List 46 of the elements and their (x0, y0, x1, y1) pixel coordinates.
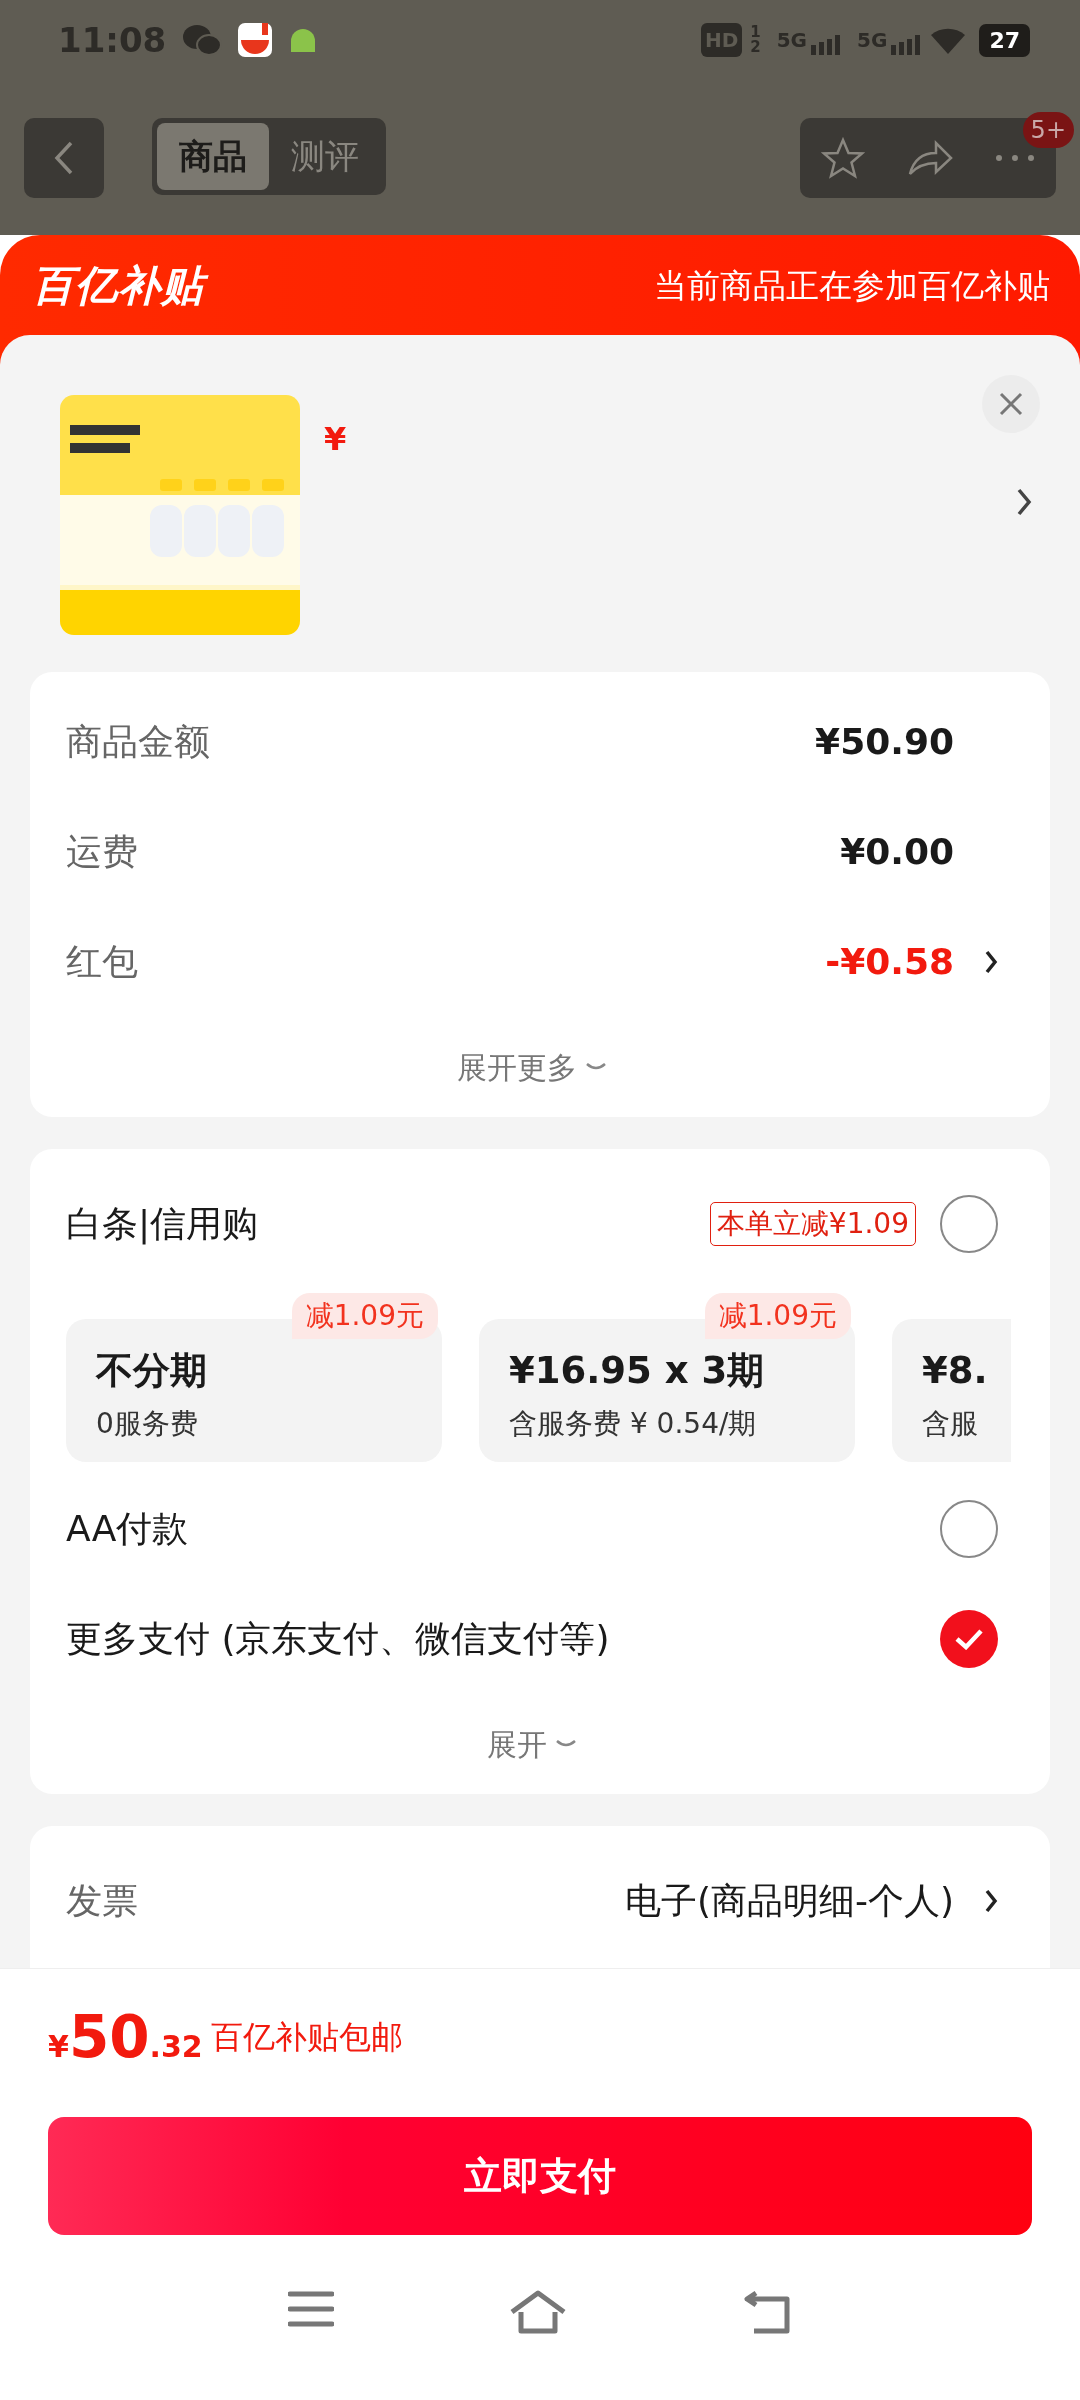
home-icon[interactable] (509, 2290, 567, 2334)
shipping-note: 百亿补贴包邮 (210, 2017, 403, 2058)
app-icon (238, 23, 273, 57)
invoice-type[interactable]: 电子(商品明细-个人) (624, 1874, 954, 1928)
payment-method[interactable]: 白条|信用购 (66, 1197, 259, 1251)
star-icon (820, 137, 865, 179)
tab[interactable]: 商品 (157, 123, 269, 190)
chevron-right-icon[interactable] (984, 1888, 998, 1914)
chat-bubbles-icon (182, 23, 223, 57)
payment-method[interactable]: AA付款 (66, 1502, 189, 1556)
menu-icon[interactable] (287, 2290, 334, 2328)
chevron-right-icon[interactable] (1016, 487, 1032, 517)
signal-icon (891, 33, 922, 55)
radio-button[interactable] (940, 1500, 998, 1558)
signal-icon (811, 33, 842, 55)
fee-label: 运费 (66, 830, 138, 874)
subsidy-logo: 百亿补贴 (30, 257, 216, 318)
total-price: ¥50.32 (48, 2001, 203, 2073)
invoice-label: 发票 (66, 1879, 138, 1923)
payment-method[interactable]: 更多支付 (京东支付、微信支付等) (66, 1612, 610, 1666)
expand-button[interactable]: 展开 (66, 1694, 998, 1794)
expand-button[interactable]: 展开更多 (66, 1017, 998, 1117)
fee-amount: ¥0.00 (840, 830, 954, 874)
back-icon[interactable] (742, 2290, 793, 2334)
installment-option[interactable]: ¥8. 含服 (892, 1319, 1011, 1462)
notification-badge: 5+ (1022, 112, 1074, 148)
battery-level: 27 (979, 23, 1030, 57)
close-icon (999, 392, 1023, 416)
radio-button[interactable] (940, 1610, 998, 1668)
discount-tag: 减1.09元 (291, 1293, 438, 1339)
fee-label: 红包 (66, 940, 138, 984)
back-icon (53, 140, 75, 176)
banner-message: 当前商品正在参加百亿补贴 (654, 265, 1050, 307)
discount-tag: 本单立减¥1.09 (709, 1202, 916, 1246)
fee-amount: -¥0.58 (825, 940, 954, 984)
chevron-right-icon[interactable] (984, 949, 998, 975)
more-icon (995, 154, 1036, 162)
radio-button[interactable] (940, 1195, 998, 1253)
fee-label: 商品金额 (66, 720, 210, 764)
check-icon (954, 1628, 984, 1650)
pay-button[interactable]: 立即支付 (48, 2117, 1032, 2235)
share-arrow-icon (906, 138, 954, 178)
discount-tag: 减1.09元 (704, 1293, 851, 1339)
fee-amount: ¥50.90 (815, 720, 954, 764)
price-symbol: ¥ (324, 419, 347, 460)
back-button[interactable] (24, 118, 104, 198)
